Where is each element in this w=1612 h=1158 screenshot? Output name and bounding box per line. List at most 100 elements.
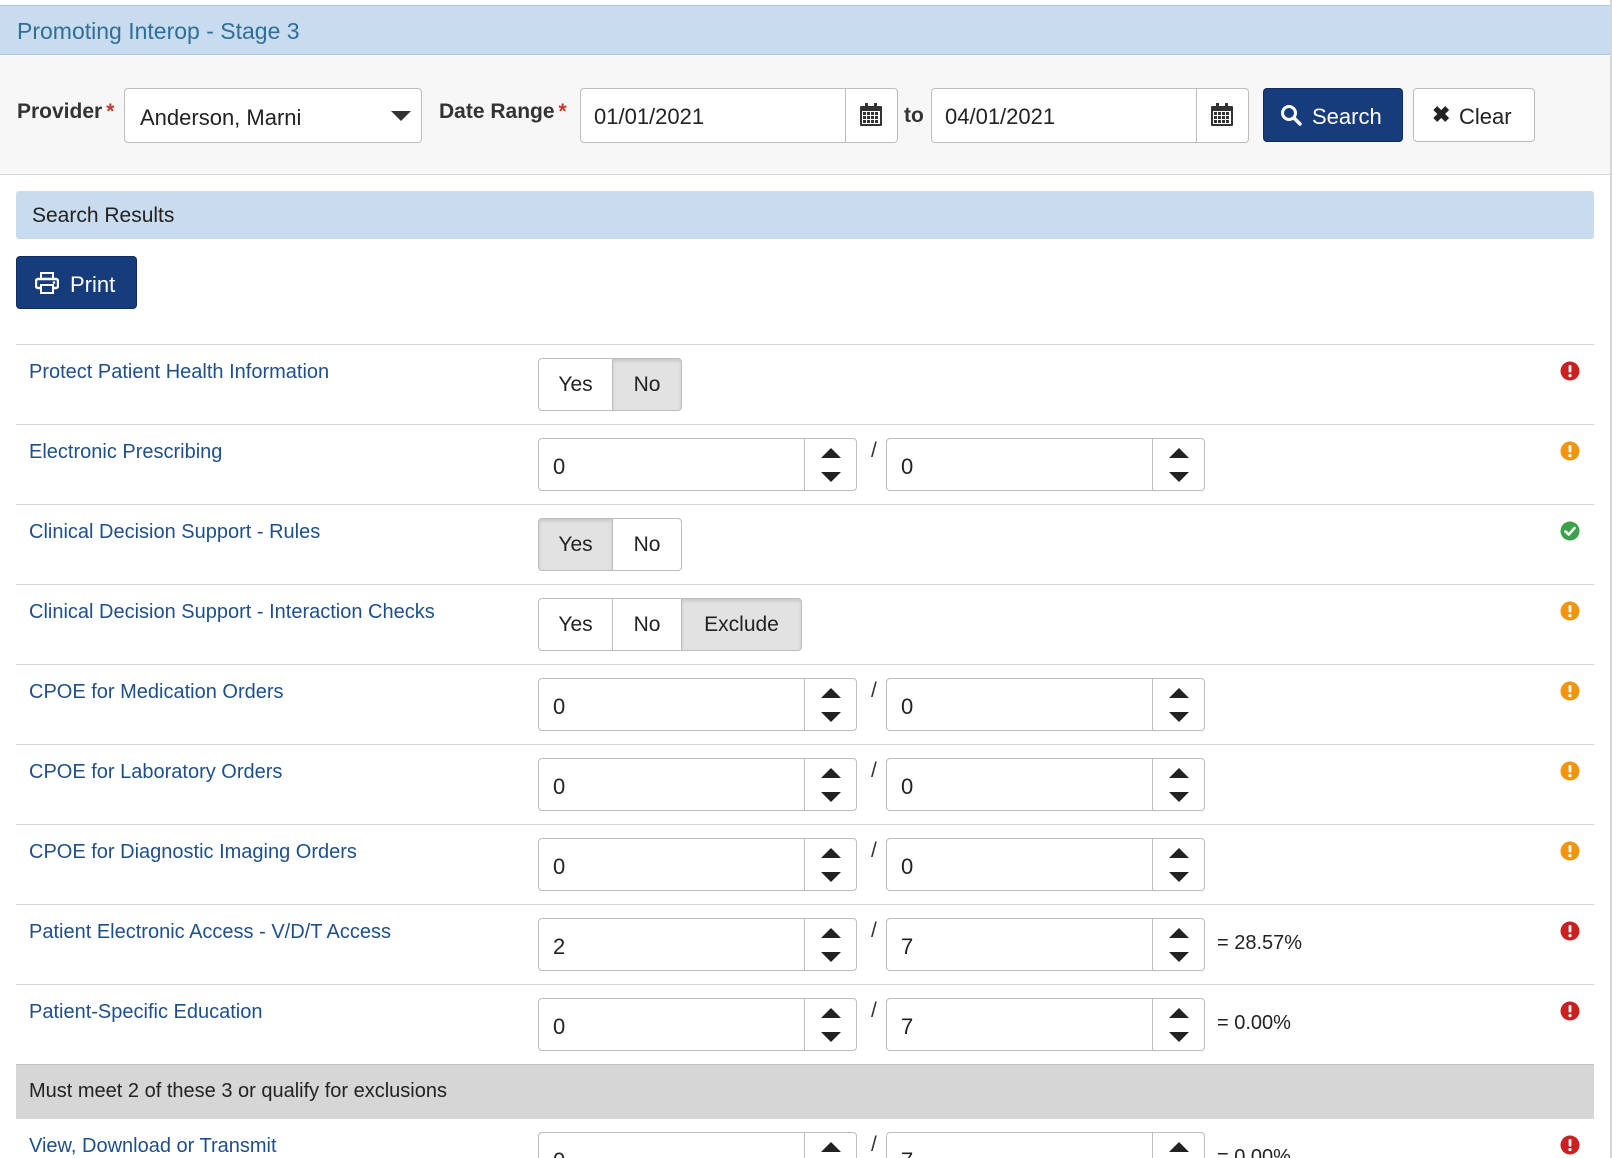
caret-down-icon[interactable] [821, 472, 841, 482]
group-heading-label: Must meet 2 of these 3 or qualify for ex… [29, 1080, 447, 1102]
caret-down-icon[interactable] [1169, 872, 1189, 882]
denominator-input[interactable]: 0 [886, 438, 1205, 491]
measure-label[interactable]: View, Download or Transmit [29, 1135, 277, 1158]
spinner-buttons [804, 839, 856, 890]
numerator-input[interactable]: 0 [538, 998, 857, 1051]
toggle-option-yes[interactable]: Yes [538, 518, 613, 571]
percentage-result: = 0.00% [1217, 1146, 1291, 1158]
calendar-icon [1211, 103, 1233, 126]
measure-row: View, Download or Transmit 0 / 7 = 0.00% [16, 1118, 1594, 1158]
caret-down-icon[interactable] [1169, 792, 1189, 802]
caret-down-icon[interactable] [1169, 472, 1189, 482]
ratio-separator: / [871, 1133, 877, 1156]
denominator-input-value: 7 [901, 1014, 914, 1039]
ratio-separator: / [871, 919, 877, 942]
search-button[interactable]: Search [1263, 88, 1403, 142]
measure-row: Patient Electronic Access - V/D/T Access… [16, 904, 1594, 984]
print-icon [35, 272, 59, 294]
denominator-input-value: 0 [901, 694, 914, 719]
caret-down-icon[interactable] [821, 952, 841, 962]
caret-up-icon[interactable] [1169, 1008, 1189, 1018]
measure-label[interactable]: Patient Electronic Access - V/D/T Access [29, 921, 391, 944]
chevron-down-icon [391, 111, 411, 121]
numerator-input-value: 0 [553, 454, 566, 479]
caret-up-icon[interactable] [1169, 688, 1189, 698]
measure-row: Protect Patient Health Information Yes No [16, 344, 1594, 424]
measure-label[interactable]: Electronic Prescribing [29, 441, 222, 464]
provider-select[interactable]: Anderson, Marni [124, 88, 422, 143]
clear-button-label: Clear [1459, 104, 1512, 129]
numerator-input-value: 2 [553, 934, 566, 959]
measure-label[interactable]: Patient-Specific Education [29, 1001, 262, 1024]
measure-label[interactable]: CPOE for Laboratory Orders [29, 761, 282, 784]
caret-down-icon[interactable] [821, 792, 841, 802]
exclamation-circle-icon [1560, 921, 1580, 946]
caret-up-icon[interactable] [821, 928, 841, 938]
denominator-input[interactable]: 0 [886, 838, 1205, 891]
numerator-input[interactable]: 0 [538, 438, 857, 491]
caret-down-icon[interactable] [821, 872, 841, 882]
numerator-input[interactable]: 0 [538, 758, 857, 811]
denominator-input[interactable]: 7 [886, 1132, 1205, 1158]
measure-label[interactable]: CPOE for Medication Orders [29, 681, 284, 704]
date-from-field[interactable]: 01/01/2021 [580, 88, 898, 143]
numerator-input[interactable]: 0 [538, 678, 857, 731]
search-results-title: Search Results [32, 204, 175, 227]
measure-row: CPOE for Medication Orders 0 / 0 [16, 664, 1594, 744]
ratio-separator: / [871, 759, 877, 782]
caret-down-icon[interactable] [1169, 1032, 1189, 1042]
provider-label: Provider * [17, 100, 114, 124]
caret-up-icon[interactable] [821, 768, 841, 778]
caret-up-icon[interactable] [821, 848, 841, 858]
date-to-calendar-button[interactable] [1196, 89, 1248, 142]
caret-up-icon[interactable] [1169, 448, 1189, 458]
measure-label[interactable]: CPOE for Diagnostic Imaging Orders [29, 841, 357, 864]
caret-up-icon[interactable] [821, 448, 841, 458]
toggle-option-no[interactable]: No [612, 598, 682, 651]
caret-up-icon[interactable] [821, 1142, 841, 1152]
numerator-input[interactable]: 0 [538, 1132, 857, 1158]
spinner-buttons [804, 1133, 856, 1158]
caret-down-icon[interactable] [821, 712, 841, 722]
print-button-label: Print [70, 272, 116, 297]
toggle-option-exclude[interactable]: Exclude [681, 598, 802, 651]
page: Promoting Interop - Stage 3 Provider * An… [0, 0, 1612, 1158]
caret-down-icon[interactable] [821, 1032, 841, 1042]
group-heading: Must meet 2 of these 3 or qualify for ex… [16, 1064, 1594, 1118]
denominator-input[interactable]: 0 [886, 678, 1205, 731]
denominator-input[interactable]: 0 [886, 758, 1205, 811]
measure-label[interactable]: Clinical Decision Support - Interaction … [29, 601, 435, 624]
date-to-field[interactable]: 04/01/2021 [931, 88, 1249, 143]
caret-up-icon[interactable] [821, 1008, 841, 1018]
caret-up-icon[interactable] [1169, 848, 1189, 858]
exclamation-circle-icon [1560, 841, 1580, 866]
numerator-input[interactable]: 0 [538, 838, 857, 891]
spinner-buttons [1152, 999, 1204, 1050]
toggle-option-yes[interactable]: Yes [538, 358, 613, 411]
date-to-separator: to [904, 104, 924, 127]
toggle-option-yes[interactable]: Yes [538, 598, 613, 651]
clear-button[interactable]: ✖ Clear [1413, 88, 1535, 142]
required-marker: * [106, 100, 115, 123]
toggle-option-no[interactable]: No [612, 518, 682, 571]
date-from-calendar-button[interactable] [845, 89, 897, 142]
numerator-input[interactable]: 2 [538, 918, 857, 971]
print-button[interactable]: Print [16, 256, 137, 309]
caret-up-icon[interactable] [1169, 1142, 1189, 1152]
caret-up-icon[interactable] [821, 688, 841, 698]
measure-label[interactable]: Clinical Decision Support - Rules [29, 521, 320, 544]
denominator-input[interactable]: 7 [886, 918, 1205, 971]
filter-bar: Provider * Anderson, Marni Date Range * 01… [0, 56, 1612, 175]
spinner-buttons [804, 919, 856, 970]
denominator-input[interactable]: 7 [886, 998, 1205, 1051]
percentage-result: = 0.00% [1217, 1012, 1291, 1034]
measure-label[interactable]: Protect Patient Health Information [29, 361, 329, 384]
exclamation-circle-icon [1560, 681, 1580, 706]
numerator-input-value: 0 [553, 694, 566, 719]
denominator-input-value: 7 [901, 1148, 913, 1158]
caret-down-icon[interactable] [1169, 712, 1189, 722]
caret-down-icon[interactable] [1169, 952, 1189, 962]
caret-up-icon[interactable] [1169, 928, 1189, 938]
toggle-option-no[interactable]: No [612, 358, 682, 411]
caret-up-icon[interactable] [1169, 768, 1189, 778]
